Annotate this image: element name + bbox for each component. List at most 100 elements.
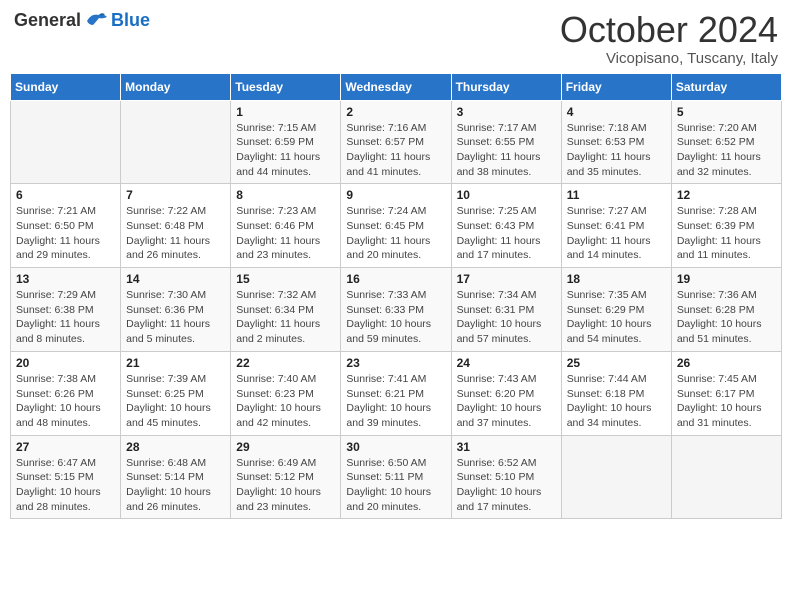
calendar-cell: 22Sunrise: 7:40 AMSunset: 6:23 PMDayligh… [231,351,341,435]
calendar-cell: 28 Sunrise: 6:48 AMSunset: 5:14 PMDayligh… [121,435,231,519]
day-info: Sunrise: 7:45 AMSunset: 6:17 PMDaylight:… [677,372,776,431]
calendar-cell: 10Sunrise: 7:25 AMSunset: 6:43 PMDayligh… [451,184,561,268]
day-info: Sunrise: 7:24 AMSunset: 6:45 PMDaylight:… [346,204,445,263]
day-number: 27 [16,440,115,454]
day-number: 31 [457,440,556,454]
calendar-cell: 18 Sunrise: 7:35 AMSunset: 6:29 PMDayligh… [561,268,671,352]
day-number: 28 [126,440,225,454]
weekday-header: Saturday [671,73,781,100]
day-number: 11 [567,188,666,202]
day-info: Sunrise: 7:40 AMSunset: 6:23 PMDaylight:… [236,372,335,431]
calendar-cell: 27 Sunrise: 6:47 AMSunset: 5:15 PMDayligh… [11,435,121,519]
calendar-week-row: 27 Sunrise: 6:47 AMSunset: 5:15 PMDayligh… [11,435,782,519]
day-info: Sunrise: 7:29 AMSunset: 6:38 PMDaylight:… [16,288,115,347]
calendar-cell: 15 Sunrise: 7:32 AMSunset: 6:34 PMDayligh… [231,268,341,352]
calendar-cell: 11 Sunrise: 7:27 AMSunset: 6:41 PMDayligh… [561,184,671,268]
calendar-cell: 4Sunrise: 7:18 AMSunset: 6:53 PMDaylight… [561,100,671,184]
calendar-week-row: 13 Sunrise: 7:29 AMSunset: 6:38 PMDayligh… [11,268,782,352]
day-number: 23 [346,356,445,370]
weekday-header: Wednesday [341,73,451,100]
day-info: Sunrise: 7:36 AMSunset: 6:28 PMDaylight:… [677,288,776,347]
day-number: 3 [457,105,556,119]
day-number: 30 [346,440,445,454]
calendar-cell: 30 Sunrise: 6:50 AMSunset: 5:11 PMDayligh… [341,435,451,519]
location-text: Vicopisano, Tuscany, Italy [560,50,778,67]
calendar-cell: 13 Sunrise: 7:29 AMSunset: 6:38 PMDayligh… [11,268,121,352]
calendar-cell: 19Sunrise: 7:36 AMSunset: 6:28 PMDayligh… [671,268,781,352]
day-info: Sunrise: 7:41 AMSunset: 6:21 PMDaylight:… [346,372,445,431]
calendar-cell: 12 Sunrise: 7:28 AMSunset: 6:39 PMDayligh… [671,184,781,268]
calendar-week-row: 20Sunrise: 7:38 AMSunset: 6:26 PMDayligh… [11,351,782,435]
calendar-cell: 14 Sunrise: 7:30 AMSunset: 6:36 PMDayligh… [121,268,231,352]
page-header: General Blue October 2024 Vicopisano, Tu… [10,10,782,67]
day-number: 7 [126,188,225,202]
day-info: Sunrise: 6:50 AMSunset: 5:11 PMDaylight:… [346,456,445,515]
day-info: Sunrise: 7:16 AMSunset: 6:57 PMDaylight:… [346,121,445,180]
day-number: 14 [126,272,225,286]
day-number: 15 [236,272,335,286]
calendar-cell: 31 Sunrise: 6:52 AMSunset: 5:10 PMDayligh… [451,435,561,519]
day-info: Sunrise: 7:35 AMSunset: 6:29 PMDaylight:… [567,288,666,347]
day-info: Sunrise: 7:43 AMSunset: 6:20 PMDaylight:… [457,372,556,431]
calendar-cell: 26 Sunrise: 7:45 AMSunset: 6:17 PMDayligh… [671,351,781,435]
day-info: Sunrise: 7:38 AMSunset: 6:26 PMDaylight:… [16,372,115,431]
calendar-header-row: SundayMondayTuesdayWednesdayThursdayFrid… [11,73,782,100]
calendar-week-row: 1 Sunrise: 7:15 AMSunset: 6:59 PMDaylight… [11,100,782,184]
weekday-header: Thursday [451,73,561,100]
calendar-cell: 16 Sunrise: 7:33 AMSunset: 6:33 PMDayligh… [341,268,451,352]
day-info: Sunrise: 7:30 AMSunset: 6:36 PMDaylight:… [126,288,225,347]
calendar-cell: 8Sunrise: 7:23 AMSunset: 6:46 PMDaylight… [231,184,341,268]
calendar-cell: 17 Sunrise: 7:34 AMSunset: 6:31 PMDayligh… [451,268,561,352]
calendar-cell: 29 Sunrise: 6:49 AMSunset: 5:12 PMDayligh… [231,435,341,519]
calendar-cell: 2 Sunrise: 7:16 AMSunset: 6:57 PMDaylight… [341,100,451,184]
calendar-table: SundayMondayTuesdayWednesdayThursdayFrid… [10,73,782,520]
day-info: Sunrise: 7:15 AMSunset: 6:59 PMDaylight:… [236,121,335,180]
day-info: Sunrise: 7:25 AMSunset: 6:43 PMDaylight:… [457,204,556,263]
day-info: Sunrise: 7:33 AMSunset: 6:33 PMDaylight:… [346,288,445,347]
day-number: 1 [236,105,335,119]
calendar-week-row: 6Sunrise: 7:21 AMSunset: 6:50 PMDaylight… [11,184,782,268]
day-number: 29 [236,440,335,454]
day-info: Sunrise: 7:44 AMSunset: 6:18 PMDaylight:… [567,372,666,431]
calendar-cell: 25 Sunrise: 7:44 AMSunset: 6:18 PMDayligh… [561,351,671,435]
calendar-cell [671,435,781,519]
day-number: 2 [346,105,445,119]
day-number: 13 [16,272,115,286]
day-info: Sunrise: 7:27 AMSunset: 6:41 PMDaylight:… [567,204,666,263]
day-number: 6 [16,188,115,202]
day-number: 5 [677,105,776,119]
calendar-cell: 20Sunrise: 7:38 AMSunset: 6:26 PMDayligh… [11,351,121,435]
day-number: 26 [677,356,776,370]
month-title: October 2024 [560,10,778,50]
calendar-cell: 6Sunrise: 7:21 AMSunset: 6:50 PMDaylight… [11,184,121,268]
day-number: 18 [567,272,666,286]
calendar-cell: 9Sunrise: 7:24 AMSunset: 6:45 PMDaylight… [341,184,451,268]
day-info: Sunrise: 7:20 AMSunset: 6:52 PMDaylight:… [677,121,776,180]
weekday-header: Tuesday [231,73,341,100]
logo-general-text: General [14,10,81,31]
day-info: Sunrise: 6:52 AMSunset: 5:10 PMDaylight:… [457,456,556,515]
weekday-header: Monday [121,73,231,100]
day-info: Sunrise: 6:48 AMSunset: 5:14 PMDaylight:… [126,456,225,515]
day-info: Sunrise: 7:34 AMSunset: 6:31 PMDaylight:… [457,288,556,347]
day-number: 16 [346,272,445,286]
title-block: October 2024 Vicopisano, Tuscany, Italy [560,10,778,67]
logo: General Blue [14,10,150,31]
day-number: 17 [457,272,556,286]
calendar-cell [121,100,231,184]
calendar-cell: 21Sunrise: 7:39 AMSunset: 6:25 PMDayligh… [121,351,231,435]
day-info: Sunrise: 6:47 AMSunset: 5:15 PMDaylight:… [16,456,115,515]
weekday-header: Friday [561,73,671,100]
day-number: 12 [677,188,776,202]
calendar-cell: 3Sunrise: 7:17 AMSunset: 6:55 PMDaylight… [451,100,561,184]
day-info: Sunrise: 7:28 AMSunset: 6:39 PMDaylight:… [677,204,776,263]
logo-bird-icon [85,11,109,31]
calendar-cell: 5 Sunrise: 7:20 AMSunset: 6:52 PMDaylight… [671,100,781,184]
logo-blue-text: Blue [111,10,150,31]
day-info: Sunrise: 6:49 AMSunset: 5:12 PMDaylight:… [236,456,335,515]
calendar-cell: 23 Sunrise: 7:41 AMSunset: 6:21 PMDayligh… [341,351,451,435]
day-number: 25 [567,356,666,370]
day-info: Sunrise: 7:22 AMSunset: 6:48 PMDaylight:… [126,204,225,263]
calendar-cell: 24Sunrise: 7:43 AMSunset: 6:20 PMDayligh… [451,351,561,435]
day-info: Sunrise: 7:32 AMSunset: 6:34 PMDaylight:… [236,288,335,347]
